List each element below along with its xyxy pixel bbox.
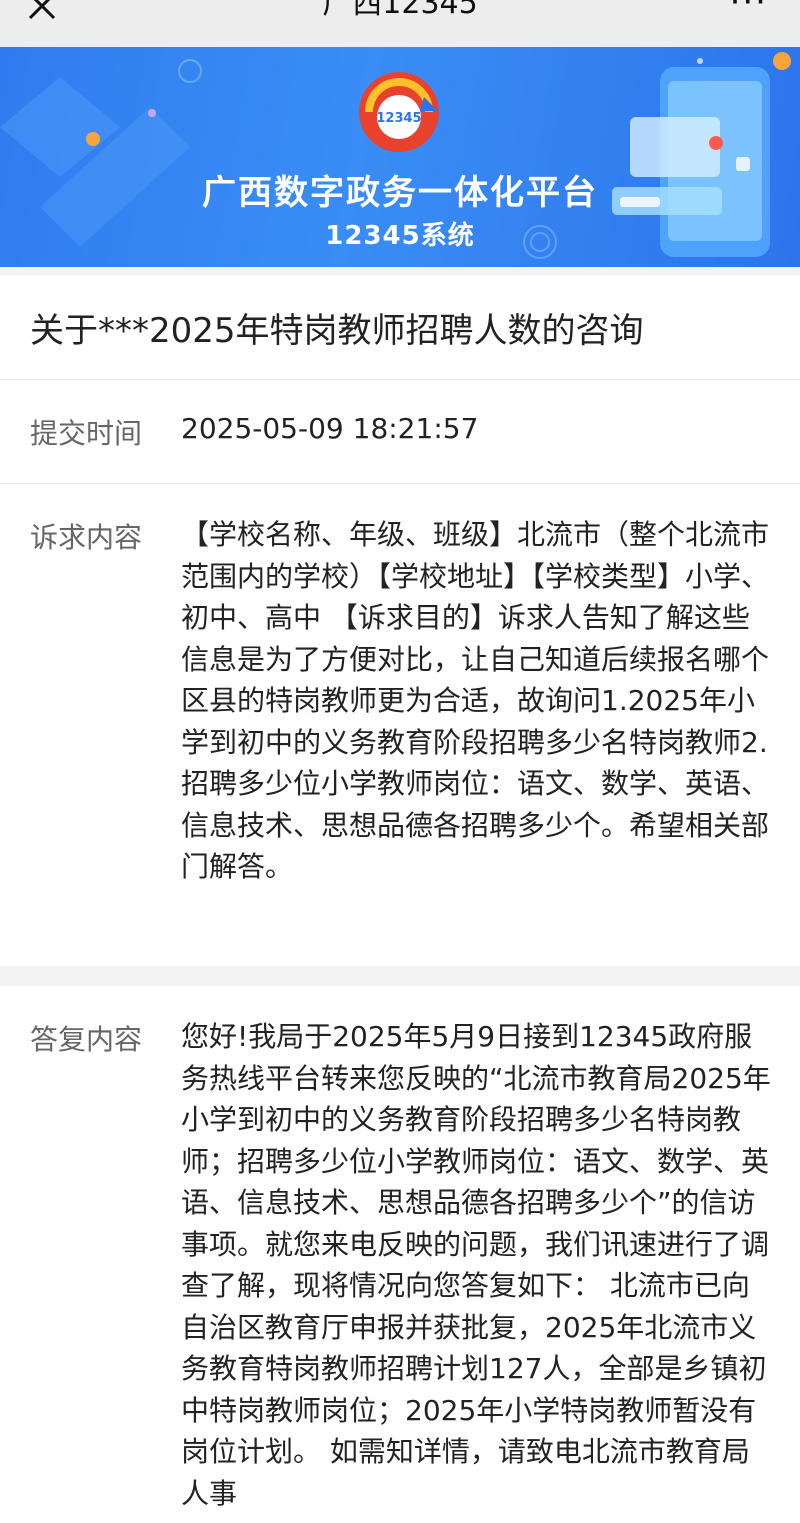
submit-time-value: 2025-05-09 18:21:57 xyxy=(181,412,479,445)
request-label: 诉求内容 xyxy=(30,521,143,554)
reply-content-row: 答复内容 您好!我局于2025年5月9日接到12345政府服务热线平台转来您反映… xyxy=(0,986,800,1523)
top-navbar: 广西12345 ··· xyxy=(0,0,800,47)
consultation-title: 关于***2025年特岗教师招聘人数的咨询 xyxy=(30,311,644,351)
reply-text: 您好!我局于2025年5月9日接到12345政府服务热线平台转来您反映的“北流市… xyxy=(181,1020,771,1510)
svg-text:12345: 12345 xyxy=(376,111,421,126)
platform-banner: 12345 广西数字政务一体化平台 12345系统 xyxy=(0,47,800,267)
banner-subtitle: 12345系统 xyxy=(325,221,475,251)
consultation-title-row: 关于***2025年特岗教师招聘人数的咨询 xyxy=(0,275,800,380)
reply-label: 答复内容 xyxy=(30,1023,143,1056)
submit-time-row: 提交时间 2025-05-09 18:21:57 xyxy=(0,380,800,484)
more-icon[interactable]: ··· xyxy=(730,0,768,22)
request-content-row: 诉求内容 【学校名称、年级、班级】北流市（整个北流市范围内的学校）【学校地址】【… xyxy=(0,484,800,966)
section-divider xyxy=(0,267,800,275)
section-divider xyxy=(0,966,800,986)
banner-title: 广西数字政务一体化平台 xyxy=(202,173,598,213)
page-title: 广西12345 xyxy=(322,0,478,21)
submit-time-label: 提交时间 xyxy=(30,417,143,450)
12345-logo-icon: 12345 xyxy=(354,67,444,157)
request-text: 【学校名称、年级、班级】北流市（整个北流市范围内的学校）【学校地址】【学校类型】… xyxy=(181,518,770,883)
